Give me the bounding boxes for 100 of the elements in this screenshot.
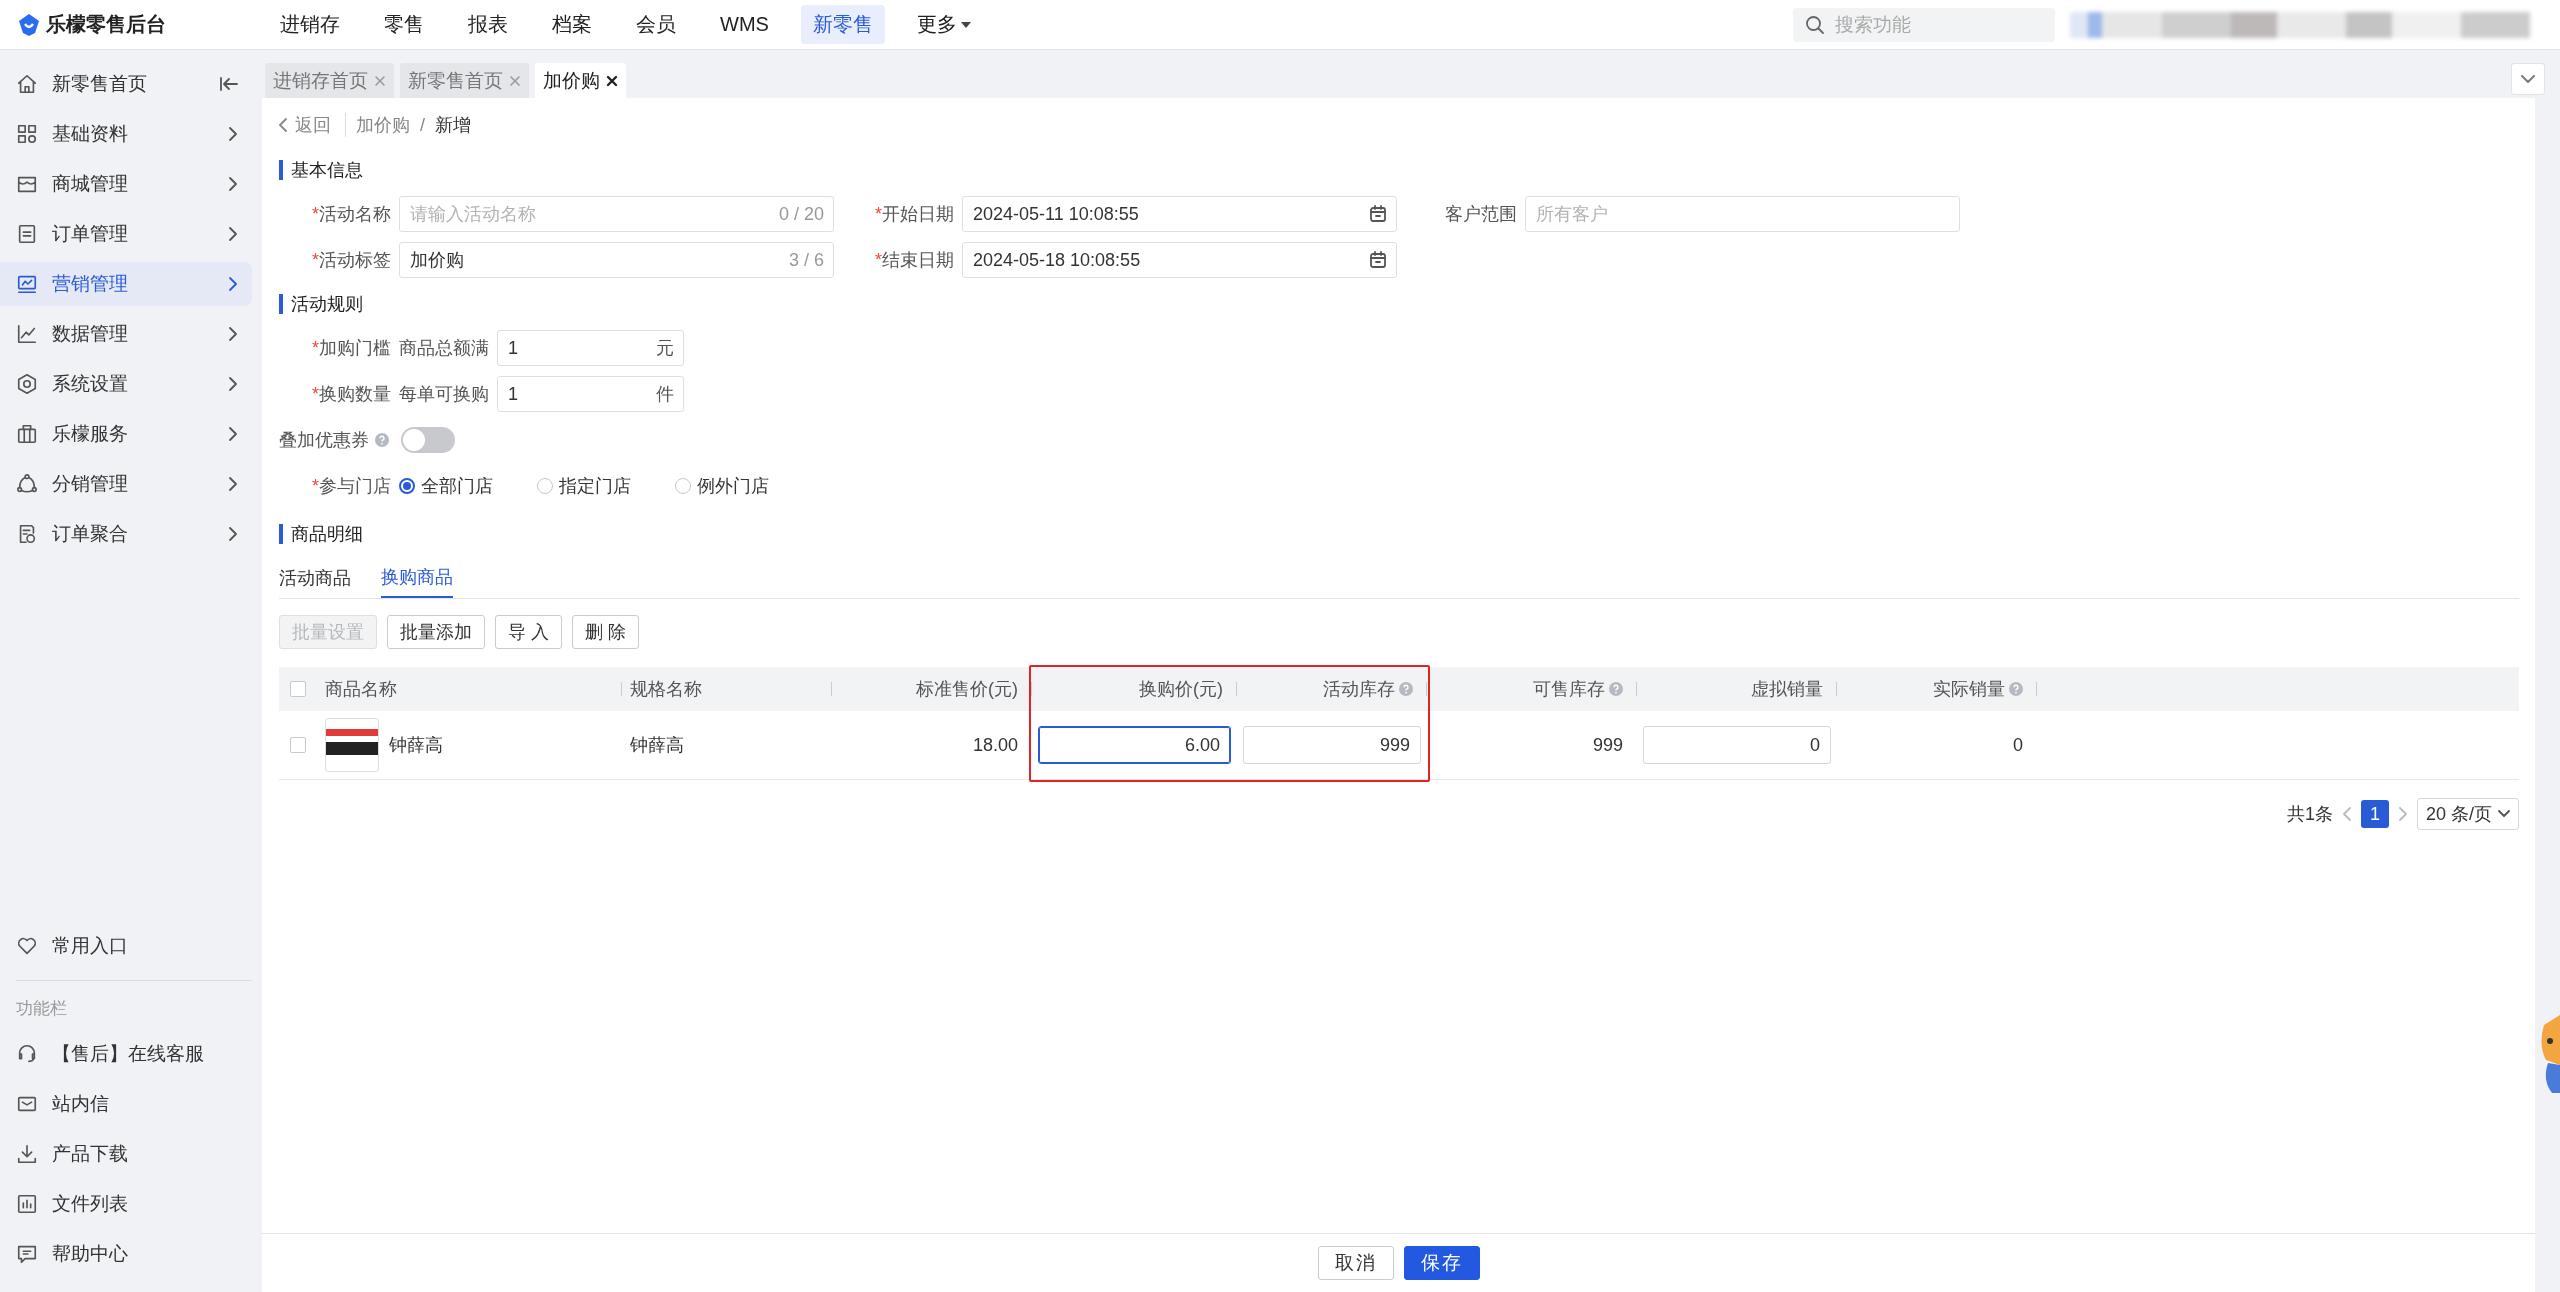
chevron-right-icon [228,426,238,442]
unit-label: 件 [656,383,674,406]
field-label: *活动名称 [311,203,391,226]
field-prefix: 每单可换购 [399,383,489,406]
sidebar-item[interactable]: 产品下载 [0,1132,252,1176]
tab[interactable]: 换购商品 [381,558,453,598]
sidebar-item[interactable]: 新零售首页 [0,62,252,106]
field-prefix: 商品总额满 [399,337,489,360]
sidebar-item[interactable]: 【售后】在线客服 [0,1032,252,1076]
caret-icon [960,21,971,28]
close-icon [374,74,386,87]
chevron-right-icon [228,226,238,242]
column-header: 换购价(元) [1139,678,1223,701]
product-name: 钟薛高 [389,734,443,757]
column-header: 商品名称 [325,678,397,701]
download-icon [16,1143,38,1165]
monitor-icon [16,273,38,295]
nav-tab[interactable]: 档案 [540,5,604,44]
action-button[interactable]: 删 除 [572,615,640,649]
close-icon [606,74,618,87]
table-input[interactable]: 6.00 [1038,726,1231,764]
column-header: 规格名称 [630,678,702,701]
chevron-right-icon [228,326,238,342]
radio-label[interactable]: 全部门店 [421,474,493,498]
sidebar-item[interactable]: 基础资料 [0,112,252,156]
sidebar-item[interactable]: 订单聚合 [0,512,252,556]
toggle-switch[interactable] [401,427,455,453]
tab[interactable]: 活动商品 [279,558,351,598]
table-input[interactable]: 0 [1643,726,1831,764]
nav-tab[interactable]: WMS [708,7,781,42]
field-label: *开始日期 [874,203,954,226]
breadcrumb-item[interactable]: 加价购 [356,113,410,137]
chat-icon [16,1243,38,1265]
briefcase-icon [16,423,38,445]
back-link[interactable]: 返回 [279,113,346,137]
field-label: 客户范围 [1444,203,1517,226]
date-field[interactable]: 2024-05-11 10:08:55 [962,196,1397,232]
chevron-left-icon [2342,807,2351,821]
chevron-right-icon [228,526,238,542]
checkbox[interactable] [290,681,306,697]
section-title: 商品明细 [279,524,363,544]
bar-chart-icon [16,1193,38,1215]
collapse-icon [220,76,238,92]
chevron-right-icon [228,176,238,192]
network-icon [16,473,38,495]
table-cell: 999 [1592,734,1623,756]
table-input[interactable]: 999 [1243,726,1421,764]
nav-tab[interactable]: 报表 [456,5,520,44]
sidebar-item[interactable]: 商城管理 [0,162,252,206]
cancel-button[interactable]: 取消 [1317,1246,1394,1280]
total-count: 共1条 [2286,803,2333,826]
date-field[interactable]: 2024-05-18 10:08:55 [962,242,1397,278]
radio-button[interactable] [399,478,415,494]
radio-label[interactable]: 例外门店 [697,474,769,498]
headset-icon [16,1043,38,1065]
checkbox[interactable] [290,737,306,753]
page-tab[interactable]: 进销存首页 [265,63,394,98]
page-size-select[interactable]: 20 条/页 [2416,798,2519,830]
line-chart-icon [16,323,38,345]
sidebar-item[interactable]: 帮助中心 [0,1232,252,1276]
radio-label[interactable]: 指定门店 [559,474,631,498]
column-header: 虚拟销量 [1751,678,1823,701]
search-field[interactable]: 搜索功能 [1793,8,2055,42]
column-header: 标准售价(元) [916,678,1018,701]
column-header: 活动库存 [1323,678,1395,701]
nav-tab[interactable]: 零售 [372,5,436,44]
search-icon [1805,15,1825,35]
action-button[interactable]: 批量添加 [387,615,485,649]
column-header: 实际销量 [1933,678,2005,701]
heart-icon [16,935,38,957]
page-tab[interactable]: 加价购 [535,63,626,98]
page-button[interactable]: 1 [2360,800,2389,828]
sidebar-item[interactable]: 常用入口 [0,924,252,968]
sidebar-item[interactable]: 系统设置 [0,362,252,406]
field-label: *活动标签 [311,249,391,272]
chevron-right-icon [228,476,238,492]
nav-tab[interactable]: 新零售 [800,5,885,44]
sidebar-item[interactable]: 分销管理 [0,462,252,506]
hexagon-icon [16,373,38,395]
action-button[interactable]: 导 入 [495,615,562,649]
section-title: 基本信息 [279,160,363,180]
sidebar-item[interactable]: 文件列表 [0,1182,252,1226]
nav-tab[interactable]: 进销存 [268,5,352,44]
more-menu[interactable]: 更多 [904,5,983,44]
field-label: *换购数量 [311,383,391,406]
breadcrumb-item: 新增 [435,114,471,137]
nav-tab[interactable]: 会员 [624,5,688,44]
input-field[interactable]: 所有客户 [1525,196,1960,232]
save-button[interactable]: 保存 [1403,1246,1480,1280]
sidebar-item[interactable]: 乐檬服务 [0,412,252,456]
tabs-dropdown-button[interactable] [2511,63,2545,95]
sidebar-item[interactable]: 数据管理 [0,312,252,356]
sidebar-item[interactable]: 订单管理 [0,212,252,256]
sidebar-item[interactable]: 营销管理 [0,262,252,306]
chevron-right-icon [228,276,238,292]
column-header: 可售库存 [1533,678,1605,701]
page-tab[interactable]: 新零售首页 [400,63,529,98]
sidebar-item[interactable]: 站内信 [0,1082,252,1126]
grid-icon [16,123,38,145]
field-label: *结束日期 [874,249,954,272]
